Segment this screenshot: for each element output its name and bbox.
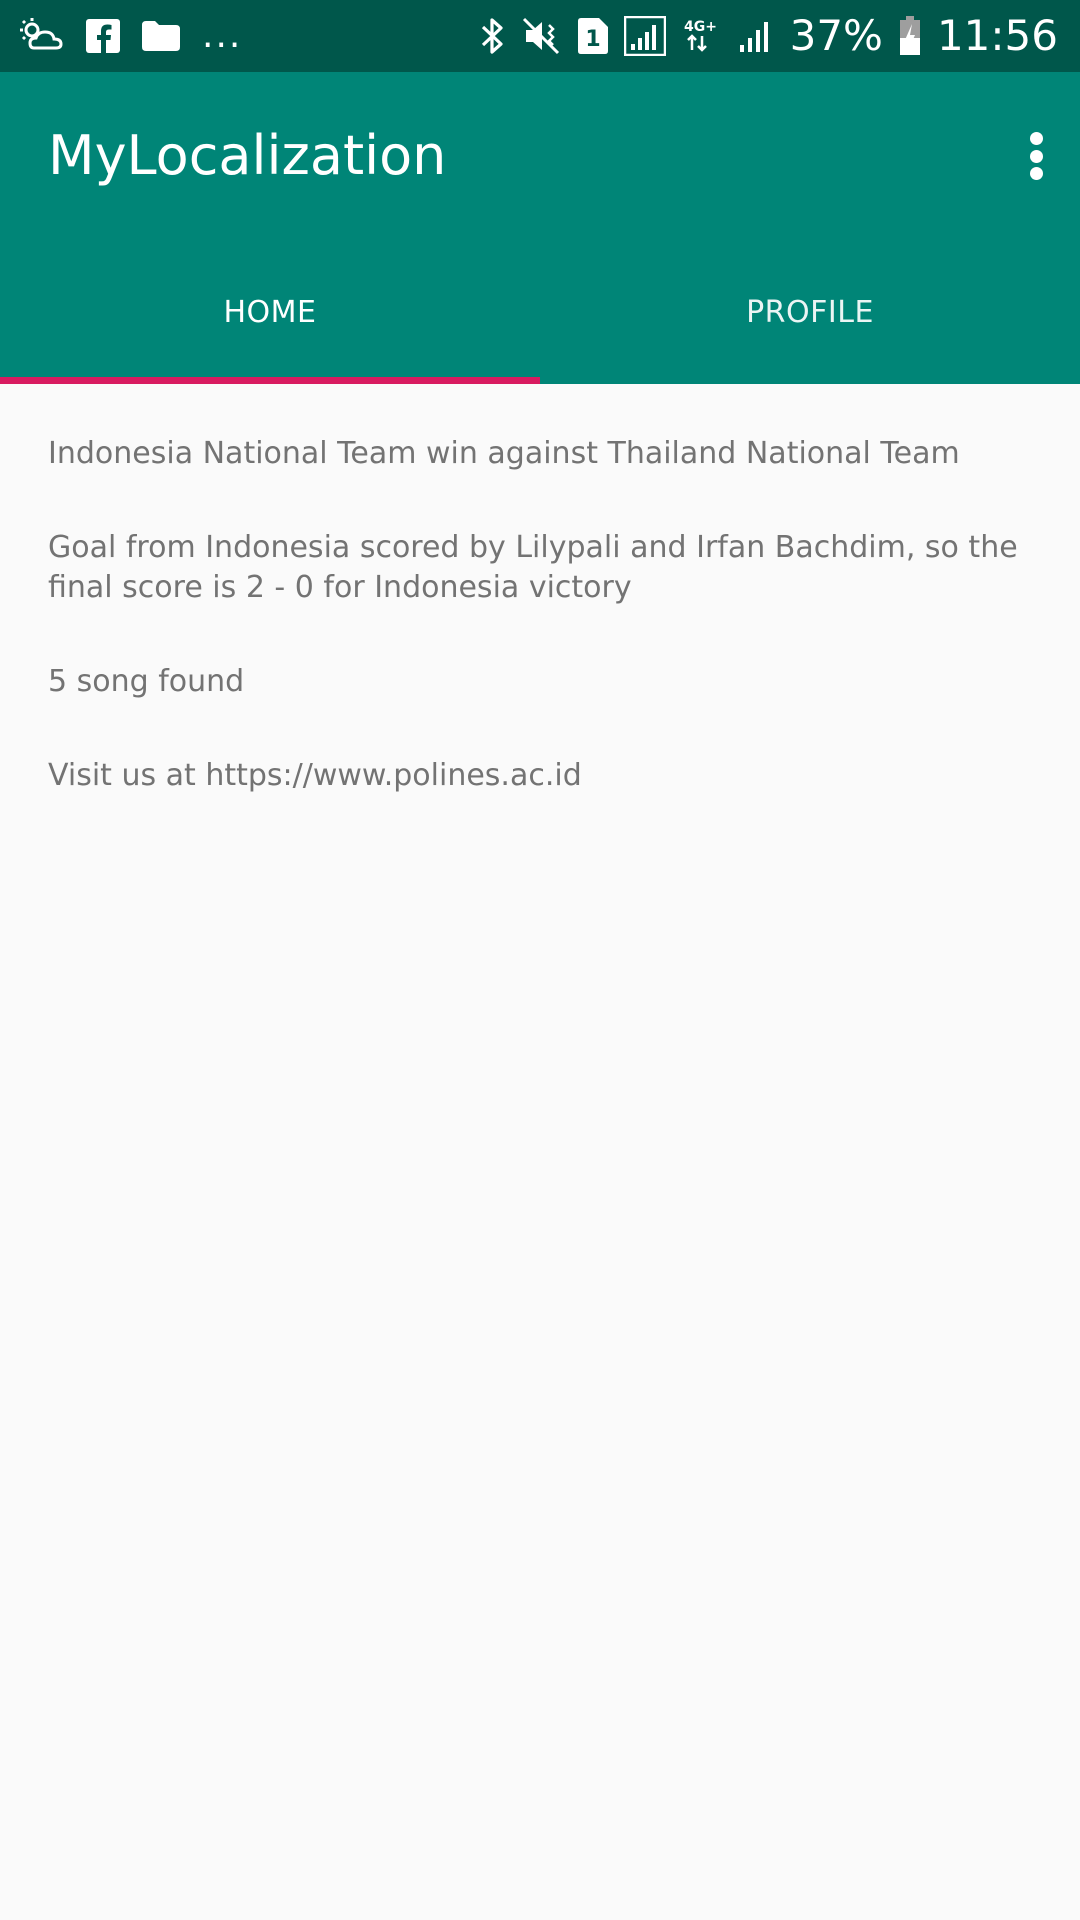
tab-profile[interactable]: PROFILE <box>540 240 1080 384</box>
status-right: 1 4G+ 37% 11:56 <box>464 15 1058 57</box>
visit-link-text[interactable]: Visit us at https://www.polines.ac.id <box>48 756 1032 796</box>
status-time: 11:56 <box>936 11 1058 60</box>
tab-home[interactable]: HOME <box>0 240 540 384</box>
svg-text:1: 1 <box>585 27 600 52</box>
screen: ... 1 4G+ 37% 11:56 MyLocalization HOME … <box>0 0 1080 1920</box>
weather-cloud-icon <box>20 18 64 54</box>
signal-icon <box>623 16 666 56</box>
toolbar: MyLocalization <box>0 72 1080 240</box>
sim-1-icon: 1 <box>577 18 608 54</box>
vibrate-muted-icon <box>522 17 562 55</box>
folder-icon <box>142 21 180 51</box>
app-bar: MyLocalization HOME PROFILE <box>0 72 1080 384</box>
signal-icon <box>738 18 774 54</box>
tab-selected-indicator <box>0 377 540 384</box>
more-vert-icon <box>1029 132 1043 145</box>
more-vert-icon <box>1029 167 1043 180</box>
status-bar: ... 1 4G+ 37% 11:56 <box>0 0 1080 72</box>
more-notifications-indicator: ... <box>202 15 243 56</box>
app-title: MyLocalization <box>48 124 447 187</box>
battery-charging-icon <box>899 16 921 56</box>
network-4g-label: 4G+ <box>684 19 717 35</box>
network-4g-icon: 4G+ <box>682 16 722 56</box>
tab-bar: HOME PROFILE <box>0 240 1080 384</box>
news-description: Goal from Indonesia scored by Lilypali a… <box>48 530 1018 605</box>
home-content: Indonesia National Team win against Thai… <box>0 384 1080 1920</box>
news-headline: Indonesia National Team win against Thai… <box>48 436 960 471</box>
facebook-icon <box>86 19 120 53</box>
tab-home-label: HOME <box>223 294 317 330</box>
more-options-button[interactable] <box>1018 124 1054 188</box>
bluetooth-icon <box>480 16 506 56</box>
status-left: ... <box>20 18 264 54</box>
battery-percent: 37% <box>789 11 883 60</box>
tab-profile-label: PROFILE <box>746 294 874 330</box>
more-vert-icon <box>1029 149 1043 163</box>
songs-found-text: 5 song found <box>48 664 245 699</box>
